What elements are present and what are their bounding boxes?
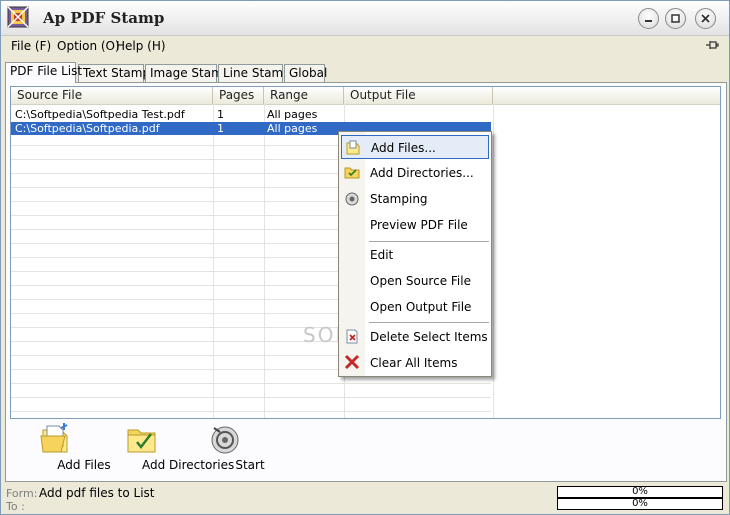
maximize-icon bbox=[671, 14, 680, 23]
ctx-delete-label: Delete Select Items bbox=[370, 330, 488, 344]
delete-icon bbox=[346, 329, 358, 344]
menu-separator bbox=[369, 241, 489, 242]
tab-pdf-file-list[interactable]: PDF File List bbox=[5, 62, 82, 83]
tab-global[interactable]: Global bbox=[284, 64, 327, 82]
table-row[interactable]: C:\Softpedia\Softpedia Test.pdf 1 All pa… bbox=[11, 108, 491, 121]
ctx-preview-label: Preview PDF File bbox=[370, 218, 468, 232]
menu-bar: File (F) Option (O) Help (H) bbox=[1, 36, 729, 56]
ctx-stamping[interactable]: Stamping bbox=[341, 187, 489, 211]
list-header: Source File Pages Range Output File bbox=[11, 87, 720, 105]
ctx-edit-label: Edit bbox=[370, 248, 394, 262]
stamp-icon bbox=[211, 426, 239, 454]
grid-line bbox=[11, 397, 491, 398]
to-label: To : bbox=[6, 500, 25, 513]
add-directories-button[interactable]: Add Directories bbox=[98, 422, 234, 476]
close-icon bbox=[701, 14, 710, 23]
menu-help[interactable]: Help (H) bbox=[116, 39, 166, 53]
add-files-icon bbox=[40, 423, 68, 453]
add-directories-icon bbox=[344, 167, 360, 179]
add-files-button[interactable]: Add Files bbox=[24, 422, 111, 476]
ctx-stamping-label: Stamping bbox=[370, 192, 428, 206]
stamp-icon bbox=[345, 192, 359, 206]
ctx-add-files-label: Add Files... bbox=[371, 141, 436, 155]
clear-icon bbox=[344, 354, 360, 370]
cell-range: All pages bbox=[267, 122, 318, 135]
ctx-preview-pdf[interactable]: Preview PDF File bbox=[341, 213, 489, 237]
form-status-text: Add pdf files to List bbox=[39, 486, 155, 500]
cell-source: C:\Softpedia\Softpedia.pdf bbox=[15, 122, 160, 135]
column-source-file[interactable]: Source File bbox=[11, 87, 213, 104]
pin-icon[interactable] bbox=[705, 38, 719, 52]
cell-range: All pages bbox=[267, 108, 318, 121]
add-directories-icon bbox=[127, 429, 156, 453]
window-title: Ap PDF Stamp bbox=[43, 9, 165, 27]
tab-line-stamp[interactable]: Line Stamp bbox=[218, 64, 291, 82]
menu-separator bbox=[369, 322, 489, 323]
minimize-icon bbox=[645, 20, 652, 22]
bottom-toolbar: Add Files Add Directories Start bbox=[10, 422, 721, 478]
start-button[interactable]: Start bbox=[200, 422, 265, 476]
ctx-add-files[interactable]: Add Files... bbox=[341, 135, 489, 159]
ctx-add-directories-label: Add Directories... bbox=[370, 166, 474, 180]
minimize-button[interactable] bbox=[638, 8, 659, 29]
tab-image-stamp[interactable]: Image Stamp bbox=[145, 64, 230, 82]
ctx-open-source-label: Open Source File bbox=[370, 274, 471, 288]
column-output-file[interactable]: Output File bbox=[344, 87, 493, 104]
cell-source: C:\Softpedia\Softpedia Test.pdf bbox=[15, 108, 185, 121]
maximize-button[interactable] bbox=[665, 8, 686, 29]
ctx-clear-all-label: Clear All Items bbox=[370, 356, 458, 370]
ctx-open-output-label: Open Output File bbox=[370, 300, 472, 314]
status-bar: Form: Add pdf files to List To : 0% 0% bbox=[5, 485, 727, 513]
title-bar[interactable]: Ap PDF Stamp bbox=[1, 1, 729, 36]
add-files-icon bbox=[346, 140, 360, 155]
ctx-open-output[interactable]: Open Output File bbox=[341, 295, 489, 319]
close-button[interactable] bbox=[695, 8, 716, 29]
column-pages[interactable]: Pages bbox=[213, 87, 264, 104]
tab-text-stamp[interactable]: Text Stamp bbox=[78, 64, 150, 82]
ctx-delete-select[interactable]: Delete Select Items bbox=[341, 325, 489, 349]
main-window: Ap PDF Stamp File (F) Option (O) Help (H… bbox=[0, 0, 730, 515]
grid-line bbox=[213, 104, 214, 418]
ctx-edit[interactable]: Edit bbox=[341, 243, 489, 267]
app-icon bbox=[7, 6, 29, 28]
ctx-clear-all[interactable]: Clear All Items bbox=[341, 351, 489, 375]
column-range[interactable]: Range bbox=[264, 87, 344, 104]
grid-line bbox=[11, 411, 491, 412]
grid-line bbox=[493, 104, 494, 418]
form-label: Form: bbox=[6, 487, 38, 500]
start-label: Start bbox=[235, 458, 265, 472]
ctx-add-directories[interactable]: Add Directories... bbox=[341, 161, 489, 185]
progress-bar-form: 0% bbox=[557, 486, 723, 498]
cell-pages: 1 bbox=[217, 108, 224, 121]
grid-line bbox=[264, 104, 265, 418]
grid-line bbox=[11, 383, 491, 384]
ctx-open-source[interactable]: Open Source File bbox=[341, 269, 489, 293]
context-menu: Add Files... Add Directories... Stamping… bbox=[338, 131, 492, 377]
menu-option[interactable]: Option (O) bbox=[57, 39, 120, 53]
menu-file[interactable]: File (F) bbox=[11, 39, 51, 53]
progress-bar-to: 0% bbox=[557, 498, 723, 510]
cell-pages: 1 bbox=[217, 122, 224, 135]
